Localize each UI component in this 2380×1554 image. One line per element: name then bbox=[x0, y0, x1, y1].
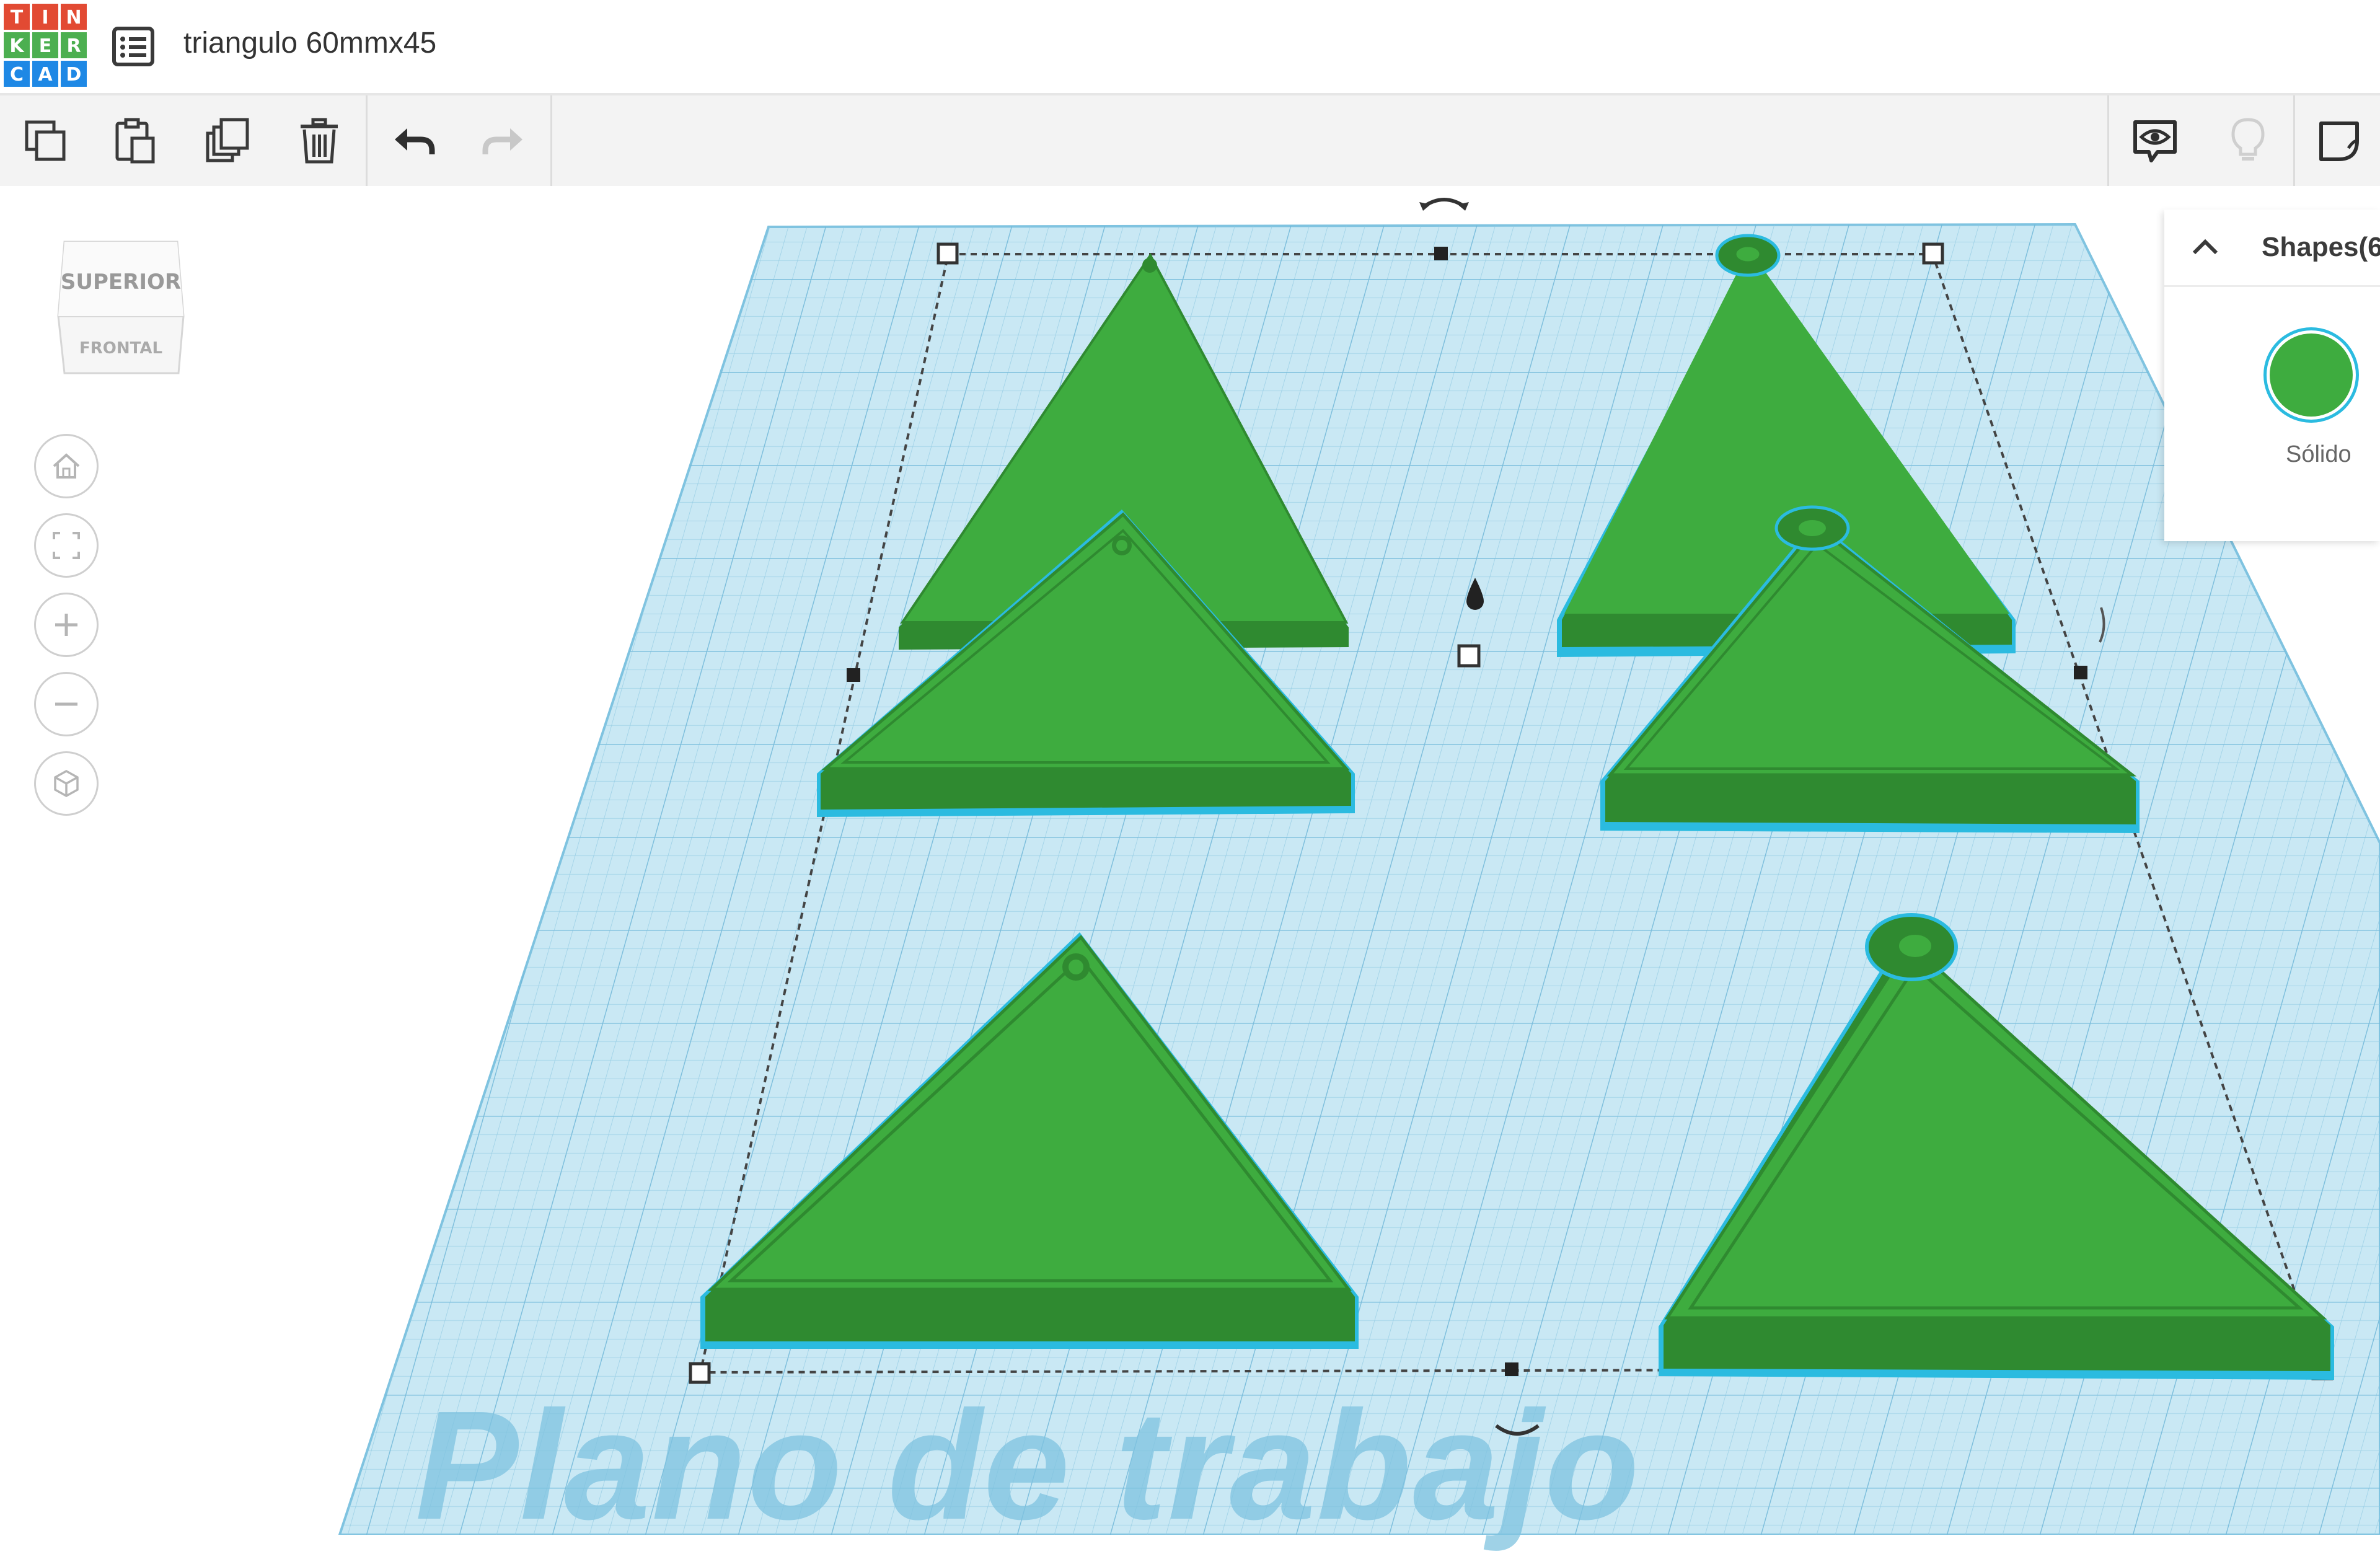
copy-icon bbox=[25, 120, 66, 161]
workplane-label: Plano de trabajo bbox=[415, 1379, 1641, 1552]
notes-eye-icon bbox=[2133, 120, 2177, 162]
hint-button[interactable] bbox=[2220, 113, 2276, 169]
toolbar-divider bbox=[2293, 95, 2295, 186]
svg-text:A: A bbox=[38, 64, 53, 86]
tinkercad-logo[interactable]: TIN KER CAD bbox=[2, 2, 89, 89]
toolbar-divider bbox=[2107, 95, 2109, 186]
edge-handle[interactable] bbox=[1505, 1362, 1518, 1376]
view-cube-top-label[interactable]: SUPERIOR bbox=[61, 270, 181, 294]
fit-all-icon bbox=[53, 532, 80, 559]
svg-text:N: N bbox=[66, 7, 81, 29]
top-header: TIN KER CAD triangulo 60mmx45 bbox=[0, 0, 2380, 95]
notes-button[interactable] bbox=[2127, 113, 2183, 169]
shape-icon bbox=[2319, 121, 2359, 161]
zoom-out-button[interactable] bbox=[34, 672, 99, 736]
svg-text:E: E bbox=[39, 35, 52, 57]
solid-label: Sólido bbox=[2286, 441, 2351, 467]
shape-settings-button[interactable] bbox=[2313, 113, 2369, 169]
delete-button[interactable] bbox=[291, 113, 347, 169]
minus-icon bbox=[55, 702, 77, 706]
svg-text:R: R bbox=[66, 35, 81, 57]
corner-handle[interactable] bbox=[937, 242, 959, 265]
lightbulb-icon bbox=[2231, 118, 2265, 161]
shapes-count-title: Shapes(6) bbox=[2262, 232, 2380, 262]
home-icon bbox=[53, 453, 80, 479]
corner-handle[interactable] bbox=[1922, 242, 1944, 265]
solid-color-swatch[interactable] bbox=[2270, 333, 2353, 417]
shape-inspector-panel: Shapes(6) Sólido bbox=[2164, 210, 2380, 541]
zoom-in-button[interactable] bbox=[34, 593, 99, 657]
trash-icon bbox=[301, 118, 338, 164]
svg-text:T: T bbox=[11, 7, 24, 29]
rotate-handle-top[interactable] bbox=[1422, 198, 1466, 209]
fit-view-button[interactable] bbox=[34, 513, 99, 578]
svg-text:K: K bbox=[9, 35, 25, 57]
project-title[interactable]: triangulo 60mmx45 bbox=[183, 26, 436, 60]
perspective-cube-icon bbox=[54, 769, 79, 798]
duplicate-icon bbox=[206, 118, 249, 162]
copy-button[interactable] bbox=[17, 113, 73, 169]
edge-handle[interactable] bbox=[1434, 247, 1448, 260]
svg-text:I: I bbox=[42, 7, 48, 29]
edge-handle[interactable] bbox=[2074, 666, 2087, 679]
workplane-scene[interactable] bbox=[0, 186, 2380, 1535]
view-cube-front-label[interactable]: FRONTAL bbox=[79, 339, 162, 358]
svg-text:D: D bbox=[66, 64, 82, 86]
duplicate-button[interactable] bbox=[200, 113, 255, 169]
toolbar-divider bbox=[550, 95, 552, 186]
toolbar-divider bbox=[366, 95, 368, 186]
plus-icon bbox=[55, 614, 77, 636]
undo-button[interactable] bbox=[386, 113, 441, 169]
panel-header[interactable]: Shapes(6) bbox=[2164, 210, 2380, 287]
height-handle[interactable] bbox=[1457, 644, 1481, 668]
svg-text:C: C bbox=[10, 64, 24, 86]
workspace-3d-view[interactable] bbox=[0, 186, 2380, 1535]
edit-toolbar bbox=[0, 95, 2380, 188]
paste-icon bbox=[115, 118, 155, 164]
paste-button[interactable] bbox=[107, 113, 162, 169]
list-icon bbox=[112, 27, 154, 66]
edge-handle[interactable] bbox=[847, 668, 860, 682]
ortho-view-button[interactable] bbox=[34, 751, 99, 816]
view-cube[interactable]: SUPERIOR FRONTAL bbox=[56, 229, 186, 378]
redo-button[interactable] bbox=[476, 113, 532, 169]
home-view-button[interactable] bbox=[34, 434, 99, 498]
redo-icon bbox=[482, 128, 522, 154]
undo-icon bbox=[395, 128, 435, 154]
design-list-button[interactable] bbox=[112, 25, 155, 68]
chevron-up-icon[interactable] bbox=[2187, 228, 2224, 265]
